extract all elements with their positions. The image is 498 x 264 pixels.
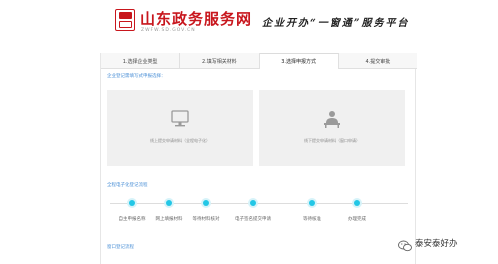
step-dot-icon — [129, 200, 135, 206]
process-step-label: 办理完成 — [348, 217, 366, 222]
wechat-watermark: 泰安泰好办 — [398, 237, 458, 252]
step-tabs: 1.选择企业类型 2.填写相关材料 3.选择申报方式 4.提交审批 — [101, 53, 417, 69]
online-submission-option[interactable]: 线上提交申请材料（全程电子化） — [107, 90, 253, 166]
service-counter-icon — [322, 109, 342, 129]
declaration-prompt: 企业登记需填写式申报选择： — [107, 74, 166, 79]
watermark-text: 泰安泰好办 — [415, 239, 458, 249]
electronic-process-title: 全程电子化登记流程 — [107, 183, 148, 188]
brand-subtitle: ZWFW.SD.GOV.CN — [141, 28, 196, 33]
site-header: 山东政务服务网 ZWFW.SD.GOV.CN 企业开办“一窗通”服务平台 — [0, 0, 498, 44]
wechat-icon — [398, 237, 412, 252]
process-step: 电子签名提交申请 — [223, 200, 283, 222]
step-dot-icon — [354, 200, 360, 206]
computer-monitor-icon — [170, 109, 190, 129]
tab-fill-materials[interactable]: 2.填写相关材料 — [180, 53, 260, 69]
tab-submit-approval[interactable]: 4.提交审批 — [339, 53, 417, 69]
step-dot-icon — [309, 200, 315, 206]
online-option-label: 线上提交申请材料（全程电子化） — [150, 138, 210, 143]
process-step: 办理完成 — [327, 200, 387, 222]
process-step-label: 等待材料核对 — [192, 217, 220, 222]
application-panel: 1.选择企业类型 2.填写相关材料 3.选择申报方式 4.提交审批 企业登记需填… — [100, 53, 417, 264]
tab-select-company-type[interactable]: 1.选择企业类型 — [101, 53, 181, 69]
tab-select-declaration-method[interactable]: 3.选择申报方式 — [259, 53, 339, 69]
process-step-label: 电子签名提交申请 — [235, 217, 271, 222]
offline-submission-option[interactable]: 线下提交申请材料（窗口申请） — [259, 90, 405, 166]
seal-logo-icon[interactable] — [115, 9, 135, 31]
process-step-label: 等待核准 — [303, 217, 321, 222]
brand-title[interactable]: 山东政务服务网 — [140, 8, 252, 29]
step-dot-icon — [166, 200, 172, 206]
step-dot-icon — [250, 200, 256, 206]
window-process-title: 窗口登记流程 — [107, 245, 134, 250]
platform-tagline: 企业开办“一窗通”服务平台 — [262, 18, 410, 29]
offline-option-label: 线下提交申请材料（窗口申请） — [304, 138, 360, 143]
step-dot-icon — [203, 200, 209, 206]
